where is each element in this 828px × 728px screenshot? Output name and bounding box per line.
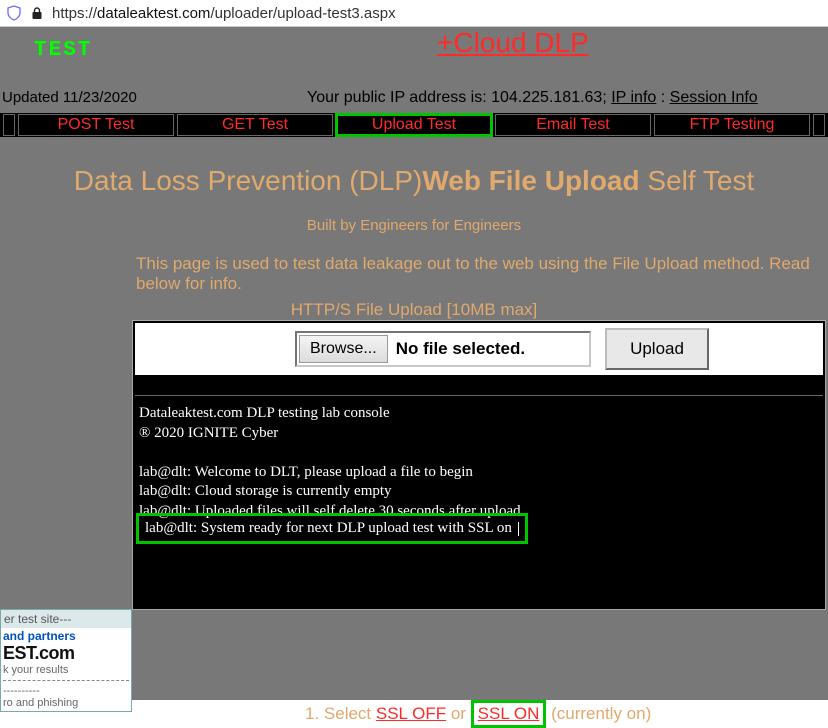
partner-dash: ----------	[3, 685, 129, 697]
partner-tagline: k your results	[3, 664, 129, 676]
console-msg: Welcome to DLT, please upload a file to …	[191, 464, 473, 480]
title-part2: Web File Upload	[422, 165, 639, 196]
file-input[interactable]: Browse... No file selected.	[295, 331, 591, 367]
url-scheme: https://	[52, 5, 97, 22]
session-info-link[interactable]: Session Info	[670, 89, 758, 106]
divider	[3, 680, 129, 681]
console-prompt: lab@dlt:	[145, 520, 197, 536]
cursor-icon	[518, 522, 519, 536]
page-title: Data Loss Prevention (DLP)Web File Uploa…	[0, 165, 828, 197]
info-row: Updated 11/23/2020 Your public IP addres…	[0, 89, 828, 113]
main-nav: POST Test GET Test Upload Test Email Tes…	[0, 113, 828, 137]
upload-controls: Browse... No file selected. Upload	[135, 323, 823, 375]
console-msg: Cloud storage is currently empty	[191, 483, 391, 499]
step-text: 1. Select	[305, 704, 376, 723]
step-1: 1. Select SSL OFF or SSL ON (currently o…	[305, 703, 651, 725]
url-text[interactable]: https://dataleaktest.com/uploader/upload…	[52, 5, 396, 22]
cloud-dlp-link[interactable]: +Cloud DLP	[437, 27, 589, 59]
console-line: lab@dlt: Cloud storage is currently empt…	[139, 482, 821, 502]
main-content: Data Loss Prevention (DLP)Web File Uploa…	[0, 137, 828, 610]
url-path: /uploader/upload-test3.aspx	[210, 5, 395, 22]
partner-logo-text: EST	[3, 643, 35, 663]
updated-text: Updated 11/23/2020	[2, 89, 137, 106]
partner-header: er test site---	[1, 610, 131, 628]
ip-value: 104.225.181.63	[491, 89, 602, 106]
ip-prefix: Your public IP address is:	[307, 89, 491, 106]
instructions: 1. Select SSL OFF or SSL ON (currently o…	[305, 703, 651, 725]
partner-footer: ro and phishing	[3, 697, 129, 709]
title-part3: Self Test	[640, 165, 755, 196]
description: This page is used to test data leakage o…	[136, 254, 828, 294]
partner-widget: er test site--- and partners EST.com k y…	[0, 609, 132, 712]
nav-scroll-right[interactable]	[813, 114, 825, 136]
nav-get-test[interactable]: GET Test	[177, 114, 333, 136]
partner-subhead: and partners	[3, 629, 129, 643]
console-line	[139, 443, 821, 463]
shield-icon[interactable]	[6, 5, 22, 21]
console-line: lab@dlt: Welcome to DLT, please upload a…	[139, 463, 821, 483]
nav-upload-test[interactable]: Upload Test	[336, 114, 492, 136]
page-body: TEST +Cloud DLP Updated 11/23/2020 Your …	[0, 27, 828, 700]
partner-logo[interactable]: EST.com	[3, 643, 129, 664]
upload-label: HTTP/S File Upload [10MB max]	[0, 300, 828, 320]
nav-scroll-left[interactable]	[3, 114, 15, 136]
console-prompt: lab@dlt:	[139, 483, 191, 499]
step-text: (currently on)	[546, 704, 651, 723]
ip-line: Your public IP address is: 104.225.181.6…	[307, 89, 758, 107]
console-msg: System ready for next DLP upload test wi…	[197, 520, 515, 536]
site-logo: TEST	[34, 39, 92, 62]
ip-info-link[interactable]: IP info	[611, 89, 656, 106]
upload-panel: Browse... No file selected. Upload Datal…	[132, 320, 826, 610]
title-part1: Data Loss Prevention (DLP)	[74, 165, 423, 196]
file-status: No file selected.	[396, 339, 525, 359]
nav-ftp-testing[interactable]: FTP Testing	[654, 114, 810, 136]
console-status-highlight: lab@dlt: System ready for next DLP uploa…	[136, 513, 528, 544]
lock-icon	[30, 6, 44, 20]
upload-button[interactable]: Upload	[605, 328, 709, 370]
subtitle: Built by Engineers for Engineers	[0, 217, 828, 234]
ssl-on-highlight: SSL ON	[471, 700, 547, 728]
nav-post-test[interactable]: POST Test	[18, 114, 174, 136]
step-text: or	[446, 704, 471, 723]
ssl-on-link[interactable]: SSL ON	[478, 704, 540, 723]
nav-email-test[interactable]: Email Test	[495, 114, 651, 136]
console-prompt: lab@dlt:	[139, 464, 191, 480]
console-output: Dataleaktest.com DLP testing lab console…	[133, 396, 825, 521]
console-line: Dataleaktest.com DLP testing lab console	[139, 404, 821, 424]
page-header: TEST +Cloud DLP	[0, 27, 828, 89]
ssl-off-link[interactable]: SSL OFF	[376, 704, 446, 723]
partner-logo-tld: .com	[35, 643, 75, 663]
browse-button[interactable]: Browse...	[299, 335, 388, 363]
url-host: dataleaktest.com	[97, 5, 210, 22]
console-line: ® 2020 IGNITE Cyber	[139, 424, 821, 444]
browser-url-bar: https://dataleaktest.com/uploader/upload…	[0, 0, 828, 27]
